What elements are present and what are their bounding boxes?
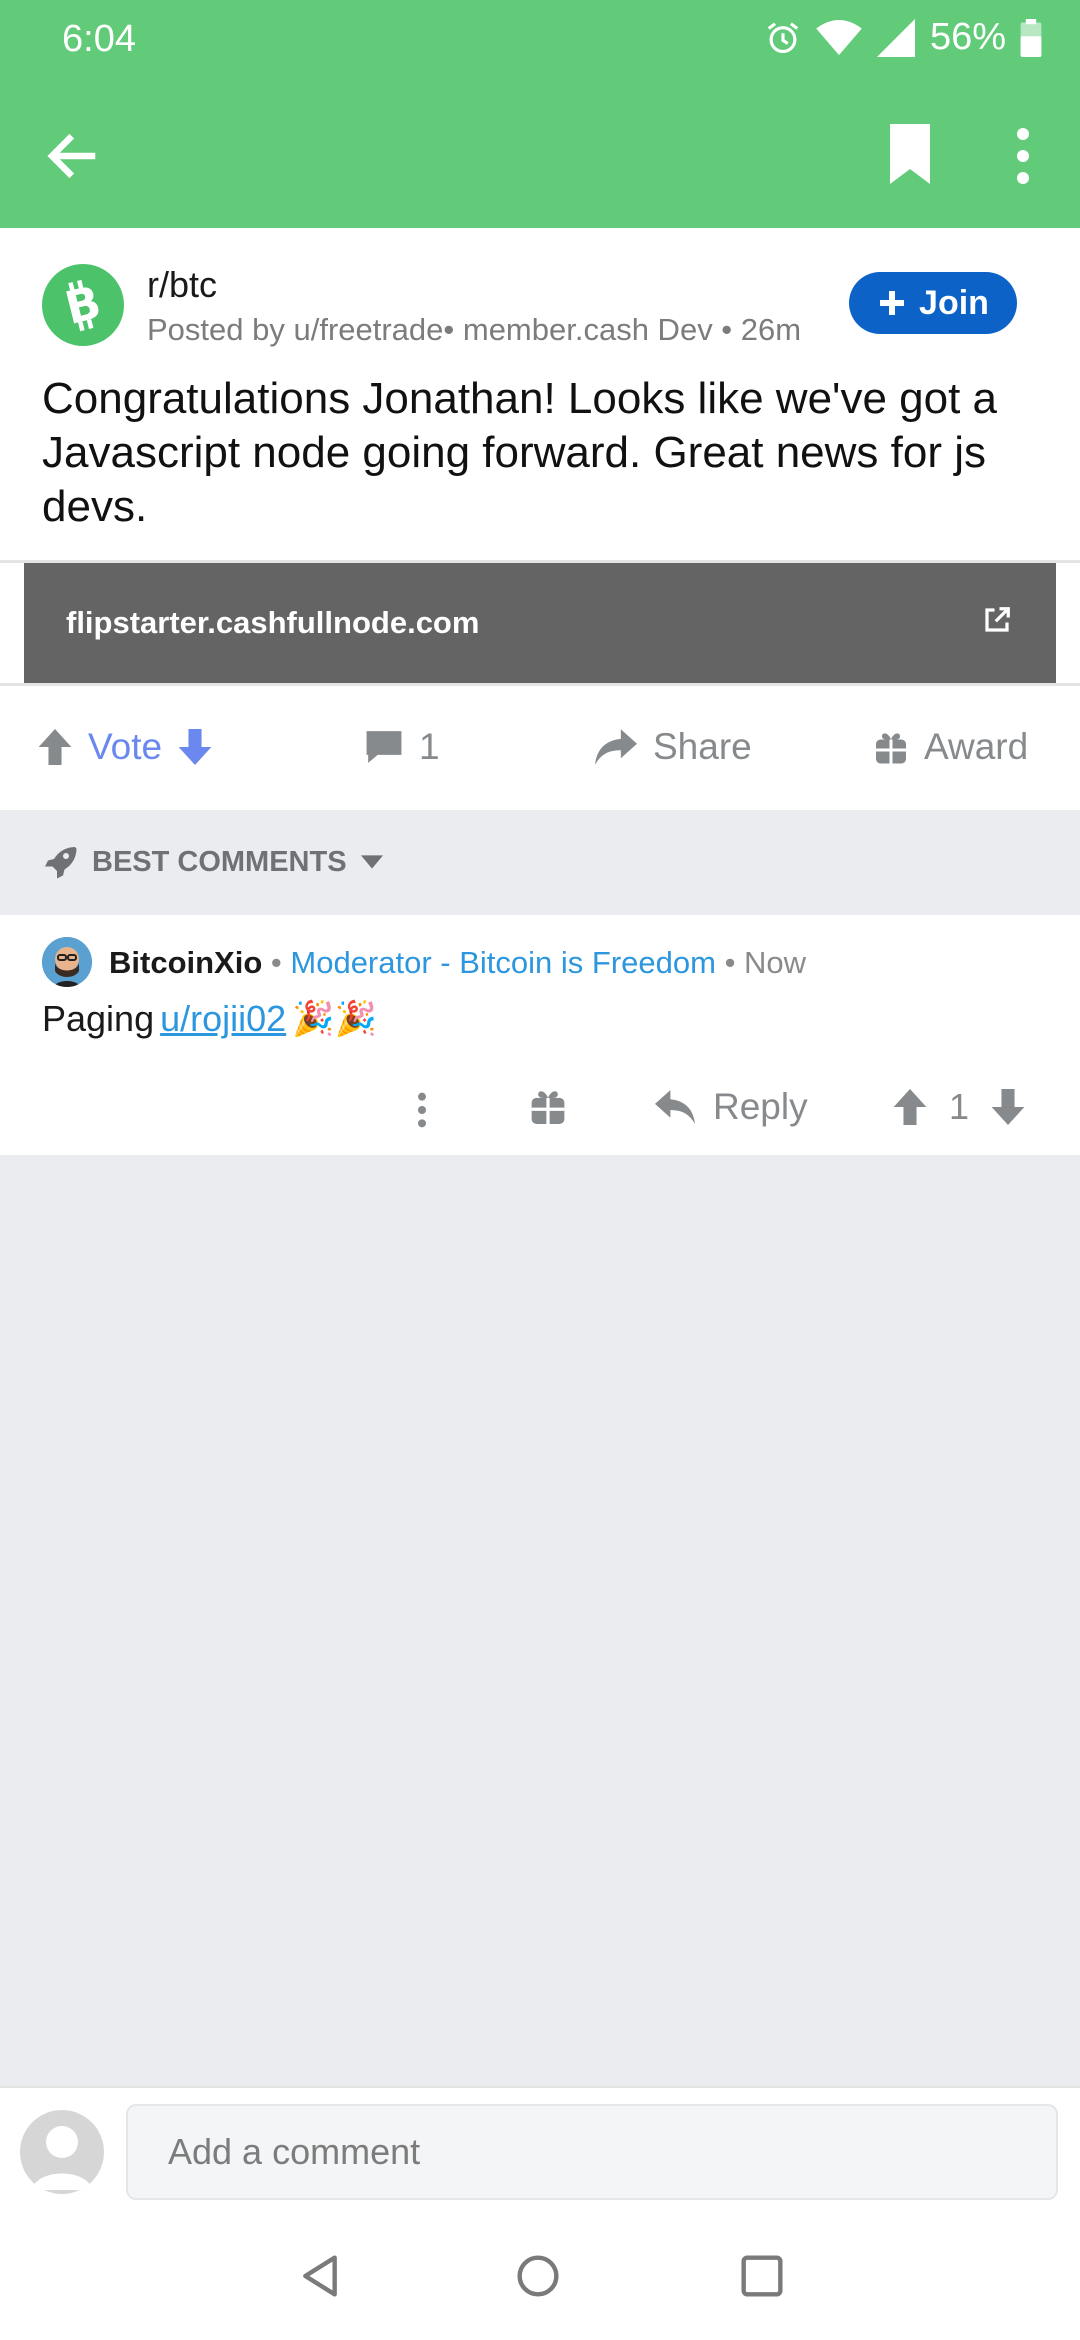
comment-vote-control: 1 [893, 1086, 1025, 1128]
user-mention-link[interactable]: u/rojii02 [160, 998, 286, 1040]
more-vert-icon[interactable] [410, 1090, 434, 1130]
share-arrow-icon [595, 729, 637, 765]
reply-label: Reply [713, 1086, 808, 1127]
add-comment-input[interactable]: Add a comment [126, 2104, 1058, 2200]
comment-sort-button[interactable]: BEST COMMENTS [42, 844, 383, 880]
post-card: B r/btc Posted by u/freetrade• member.ca… [0, 228, 1080, 810]
join-label: Join [919, 283, 989, 322]
commenter-avatar[interactable] [42, 937, 92, 987]
bookmark-icon[interactable] [884, 124, 936, 184]
user-flair: Moderator - Bitcoin is Freedom [290, 945, 716, 980]
post-meta: Posted by u/freetrade• member.cash Dev •… [147, 312, 802, 347]
join-button[interactable]: Join [849, 272, 1017, 334]
alarm-icon [767, 21, 799, 53]
my-avatar [20, 2110, 104, 2194]
comment-count: 1 [419, 726, 440, 767]
link-url: flipstarter.cashfullnode.com [66, 605, 480, 640]
wifi-icon [816, 19, 862, 55]
award-button[interactable]: Award [874, 726, 1028, 768]
status-icons: 56% [764, 16, 1042, 59]
comment-time: Now [744, 945, 807, 980]
signal-icon [876, 18, 915, 57]
top-app-bar: 6:04 56% [0, 0, 1080, 228]
system-nav-bar [0, 2212, 1080, 2340]
nav-back-icon[interactable] [298, 2254, 342, 2298]
comment-sort-bar: BEST COMMENTS [0, 810, 1080, 915]
share-label: Share [653, 726, 752, 767]
default-user-icon [32, 2126, 92, 2190]
upvote-arrow-icon[interactable] [38, 729, 72, 765]
more-vert-icon[interactable] [1005, 126, 1041, 186]
comment-bubble-icon [366, 731, 402, 763]
caret-down-icon [360, 855, 383, 869]
back-arrow-icon[interactable] [42, 126, 102, 186]
plus-icon [880, 291, 905, 315]
party-emoji: 🎉🎉 [292, 1000, 377, 1038]
app-bar [0, 110, 1080, 200]
comment-body: Paging u/rojii02 🎉🎉 [42, 998, 377, 1040]
upvote-arrow-icon[interactable] [893, 1089, 927, 1125]
comments-button[interactable]: 1 [365, 726, 440, 768]
separator-dot: • [724, 945, 736, 980]
post-title: Congratulations Jonathan! Looks like we'… [42, 374, 998, 531]
nav-home-icon[interactable] [516, 2254, 560, 2298]
share-button[interactable]: Share [595, 726, 752, 768]
award-label: Award [924, 726, 1029, 767]
separator-dot: • [270, 945, 282, 980]
comment-actions: Reply 1 [0, 1080, 1080, 1150]
status-bar: 6:04 56% [0, 0, 1080, 80]
comment-score: 1 [949, 1086, 970, 1127]
link-preview[interactable]: flipstarter.cashfullnode.com [24, 563, 1056, 683]
post-actions: Vote 1 Share Award [0, 686, 1080, 810]
comment-item: BitcoinXio • Moderator - Bitcoin is Free… [0, 915, 1080, 1155]
downvote-arrow-icon[interactable] [991, 1089, 1025, 1125]
vote-label: Vote [88, 726, 163, 767]
bitcoin-cash-logo-icon: B [60, 278, 106, 332]
gift-icon[interactable] [530, 1086, 566, 1126]
status-time: 6:04 [62, 18, 136, 60]
downvote-arrow-icon[interactable] [178, 729, 212, 765]
battery-percent: 56% [929, 16, 1006, 58]
subreddit-name[interactable]: r/btc [147, 264, 217, 306]
reddit-post-screen: 6:04 56% B r/btc Posted by u/freetrade• … [0, 0, 1080, 2340]
comment-username[interactable]: BitcoinXio [109, 945, 262, 980]
battery-icon [1020, 18, 1042, 57]
comment-composer: Add a comment [0, 2086, 1080, 2212]
user-avatar-icon [42, 937, 92, 987]
sort-label: BEST COMMENTS [92, 845, 347, 878]
rocket-icon [45, 847, 77, 879]
reply-button[interactable]: Reply [655, 1086, 808, 1128]
comment-header: BitcoinXio • Moderator - Bitcoin is Free… [109, 945, 806, 981]
external-link-icon [985, 607, 1010, 632]
gift-icon [876, 733, 906, 764]
vote-control: Vote [38, 726, 212, 768]
reply-arrow-icon [655, 1090, 695, 1124]
nav-recents-icon[interactable] [740, 2254, 784, 2298]
comment-text: Paging [42, 998, 155, 1039]
subreddit-avatar[interactable]: B [42, 264, 124, 346]
